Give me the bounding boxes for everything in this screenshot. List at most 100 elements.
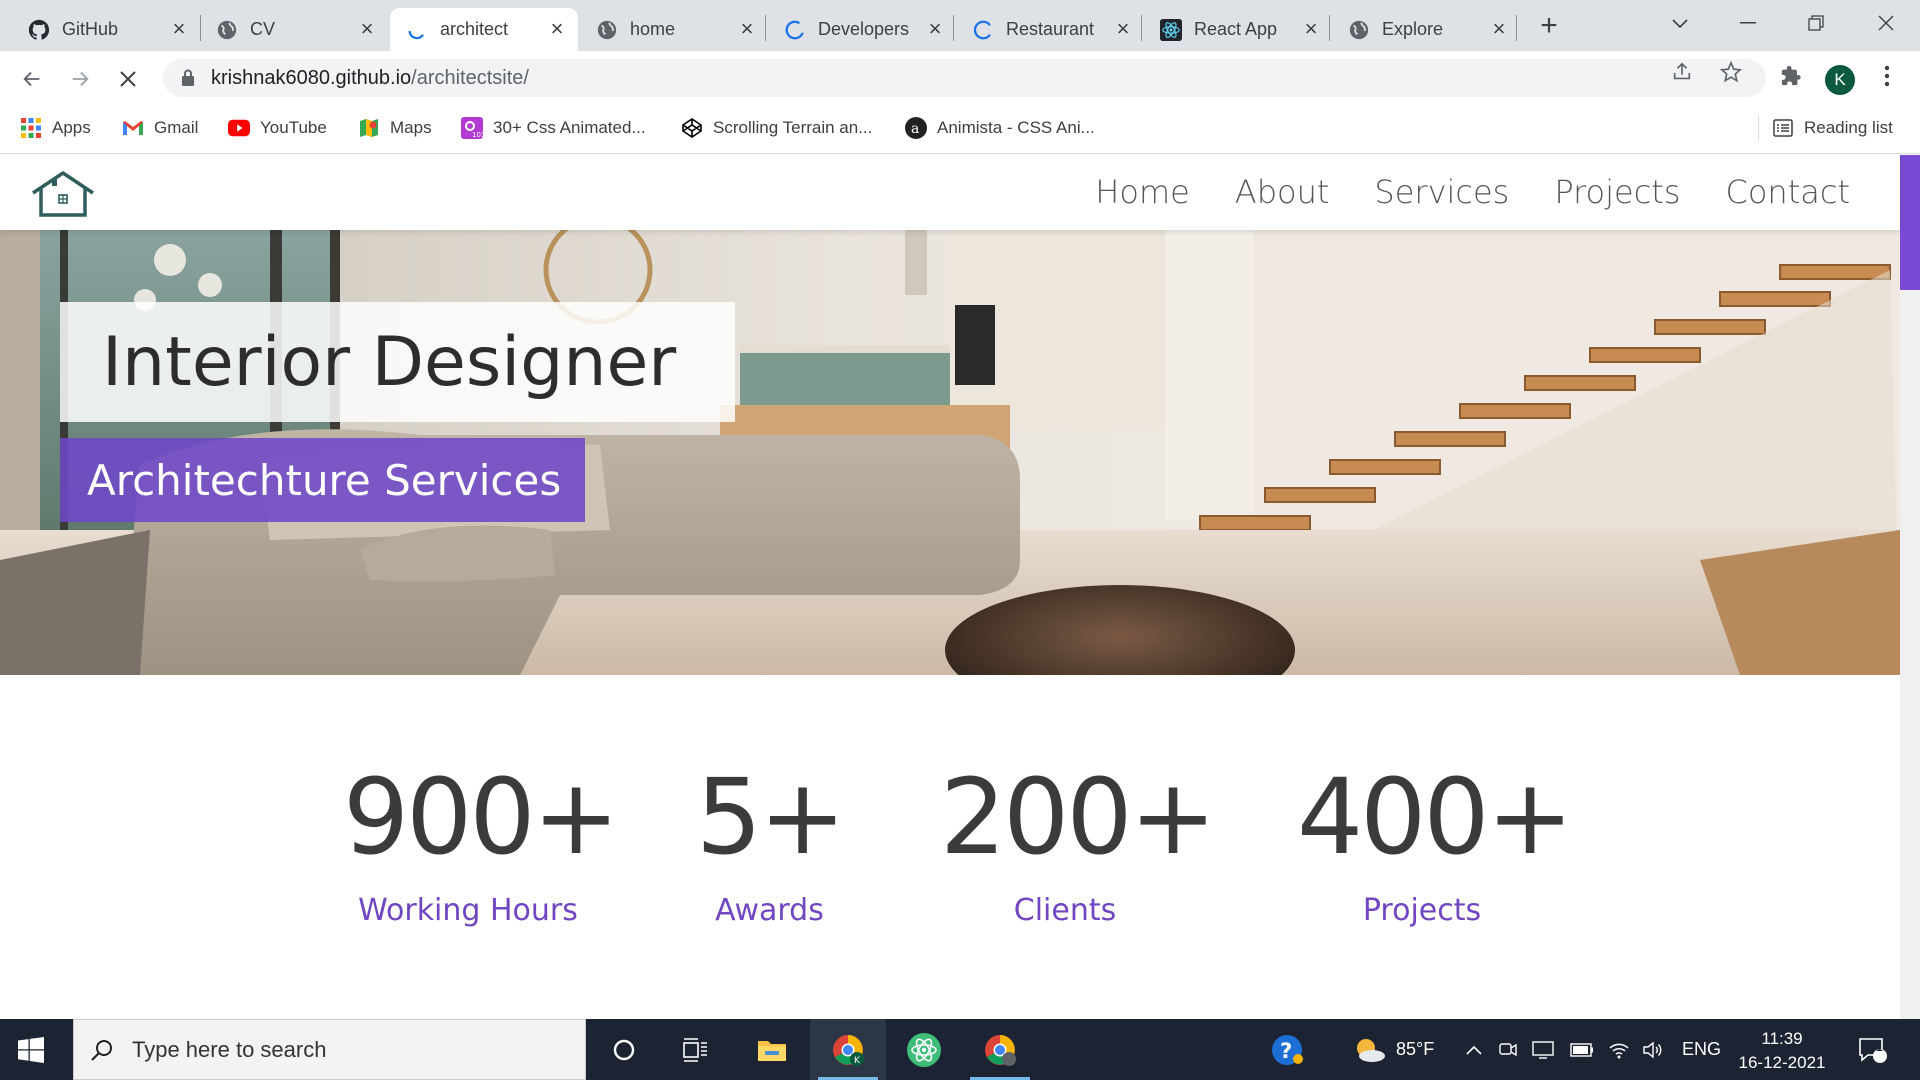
nav-services-link[interactable]: Services <box>1374 173 1509 211</box>
browser-toolbar: krishnak6080.github.io/architectsite/ K <box>0 51 1920 105</box>
nav-home-link[interactable]: Home <box>1095 173 1190 211</box>
address-bar[interactable]: krishnak6080.github.io/architectsite/ <box>163 59 1766 97</box>
clock-date: 16-12-2021 <box>1738 1053 1826 1072</box>
nav-contact-link[interactable]: Contact <box>1726 173 1851 211</box>
tab-restaurant[interactable]: Restaurant × <box>956 8 1144 51</box>
chrome-taskbar-icon[interactable]: K <box>810 1019 886 1080</box>
back-button[interactable] <box>14 61 50 97</box>
close-icon[interactable]: × <box>736 17 758 41</box>
show-hidden-icons-chevron-icon[interactable] <box>1465 1019 1483 1080</box>
close-icon[interactable]: × <box>1488 17 1510 41</box>
clock-time: 11:39 <box>1761 1029 1803 1048</box>
close-window-button[interactable] <box>1866 8 1906 38</box>
cortana-icon[interactable] <box>586 1019 662 1080</box>
task-view-icon[interactable] <box>658 1019 734 1080</box>
profile-avatar[interactable]: K <box>1825 65 1855 95</box>
stat-value: 900+ <box>343 756 620 878</box>
bookmark-css-animated[interactable]: 101 30+ Css Animated... <box>461 115 646 141</box>
forward-button[interactable] <box>62 61 98 97</box>
tab-explore[interactable]: Explore × <box>1332 8 1520 51</box>
bookmark-star-icon[interactable] <box>1716 57 1746 87</box>
taskbar-search-input[interactable]: Type here to search <box>73 1019 586 1080</box>
close-icon[interactable]: × <box>356 17 378 41</box>
close-icon[interactable]: × <box>168 17 190 41</box>
tab-title: home <box>630 19 676 39</box>
stat-value: 5+ <box>695 756 846 878</box>
tab-github[interactable]: GitHub × <box>12 8 200 51</box>
reading-list-button[interactable]: Reading list <box>1772 115 1893 141</box>
close-icon[interactable]: × <box>546 17 568 41</box>
bookmark-label: 30+ Css Animated... <box>493 118 646 137</box>
page-scrollbar-thumb[interactable] <box>1900 155 1920 290</box>
tab-developers[interactable]: Developers × <box>768 8 956 51</box>
svg-text:?: ? <box>1280 1039 1292 1063</box>
language-indicator[interactable]: ENG <box>1682 1019 1721 1080</box>
help-icon[interactable]: ? <box>1270 1019 1304 1080</box>
bookmark-animista[interactable]: a Animista - CSS Ani... <box>905 115 1095 141</box>
tab-cv[interactable]: CV × <box>200 8 388 51</box>
tab-react-app[interactable]: React App × <box>1144 8 1332 51</box>
stat-label: Projects <box>1362 893 1482 928</box>
bookmark-label: Animista - CSS Ani... <box>937 118 1095 137</box>
nav-projects-link[interactable]: Projects <box>1554 173 1680 211</box>
bookmark-apps[interactable]: Apps <box>20 115 91 141</box>
meet-now-icon[interactable] <box>1498 1019 1518 1080</box>
tab-title: Explore <box>1382 19 1444 39</box>
menu-kebab-icon[interactable] <box>1872 61 1902 91</box>
bookmark-label: Gmail <box>154 118 199 137</box>
hero-title: Interior Designer <box>102 322 677 402</box>
stat-value: 200+ <box>940 756 1217 878</box>
close-icon[interactable]: × <box>1112 17 1134 41</box>
minimize-button[interactable] <box>1728 8 1768 38</box>
maps-icon <box>358 117 380 139</box>
close-icon[interactable]: × <box>1300 17 1322 41</box>
bookmark-maps[interactable]: Maps <box>358 115 432 141</box>
bookmarks-bar: Apps Gmail YouTube Maps 101 30+ Css Anim… <box>0 105 1920 154</box>
globe-icon <box>596 19 618 41</box>
tab-home[interactable]: home × <box>580 8 768 51</box>
battery-icon[interactable] <box>1570 1019 1594 1080</box>
tab-title: architect <box>440 19 509 39</box>
animista-icon: a <box>905 117 927 139</box>
bookmark-label: YouTube <box>260 118 327 137</box>
stop-loading-button[interactable] <box>110 61 146 97</box>
file-explorer-icon[interactable] <box>734 1019 810 1080</box>
windows-taskbar: Type here to search K ? 85°F ENG 11:39 1… <box>0 1019 1920 1080</box>
bookmark-gmail[interactable]: Gmail <box>122 115 198 141</box>
extensions-icon[interactable] <box>1776 61 1806 91</box>
stat-projects: 400+ Projects <box>1297 756 1574 928</box>
bookmark-label: Apps <box>52 118 91 137</box>
chrome-second-window-icon[interactable] <box>962 1019 1038 1080</box>
share-icon[interactable] <box>1667 57 1697 87</box>
stat-label: Awards <box>715 893 824 928</box>
restore-button[interactable] <box>1796 8 1836 38</box>
stat-value: 400+ <box>1297 756 1574 878</box>
svg-text:101: 101 <box>472 131 483 139</box>
tab-title: React App <box>1194 19 1278 39</box>
github-icon <box>28 19 50 41</box>
hero-subtitle: Architechture Services <box>87 455 562 505</box>
taskbar-clock[interactable]: 11:39 16-12-2021 <box>1722 1027 1842 1075</box>
display-icon[interactable] <box>1532 1019 1554 1080</box>
weather-widget[interactable]: 85°F <box>1352 1019 1434 1080</box>
loading-spinner-icon <box>784 19 806 41</box>
tab-search-chevron-icon[interactable] <box>1660 8 1700 38</box>
loading-spinner-icon <box>972 19 994 41</box>
bookmark-label: Maps <box>390 118 432 137</box>
volume-icon[interactable] <box>1642 1019 1664 1080</box>
notifications-icon[interactable]: 1 <box>1858 1019 1888 1080</box>
globe-icon <box>216 19 238 41</box>
house-logo-icon[interactable] <box>30 169 96 222</box>
windows-start-icon[interactable] <box>18 1037 44 1068</box>
hero-subtitle-box: Architechture Services <box>60 438 585 522</box>
bookmark-scrolling-terrain[interactable]: Scrolling Terrain an... <box>681 115 872 141</box>
close-icon[interactable]: × <box>924 17 946 41</box>
tab-title: Restaurant <box>1006 19 1095 39</box>
nav-about-link[interactable]: About <box>1235 173 1330 211</box>
new-tab-button[interactable]: + <box>1534 11 1564 42</box>
bookmark-youtube[interactable]: YouTube <box>228 115 327 141</box>
wifi-icon[interactable] <box>1608 1019 1630 1080</box>
tab-architect[interactable]: architect × <box>390 8 578 51</box>
site-header: Home About Services Projects Contact <box>0 155 1900 230</box>
atom-editor-icon[interactable] <box>886 1019 962 1080</box>
